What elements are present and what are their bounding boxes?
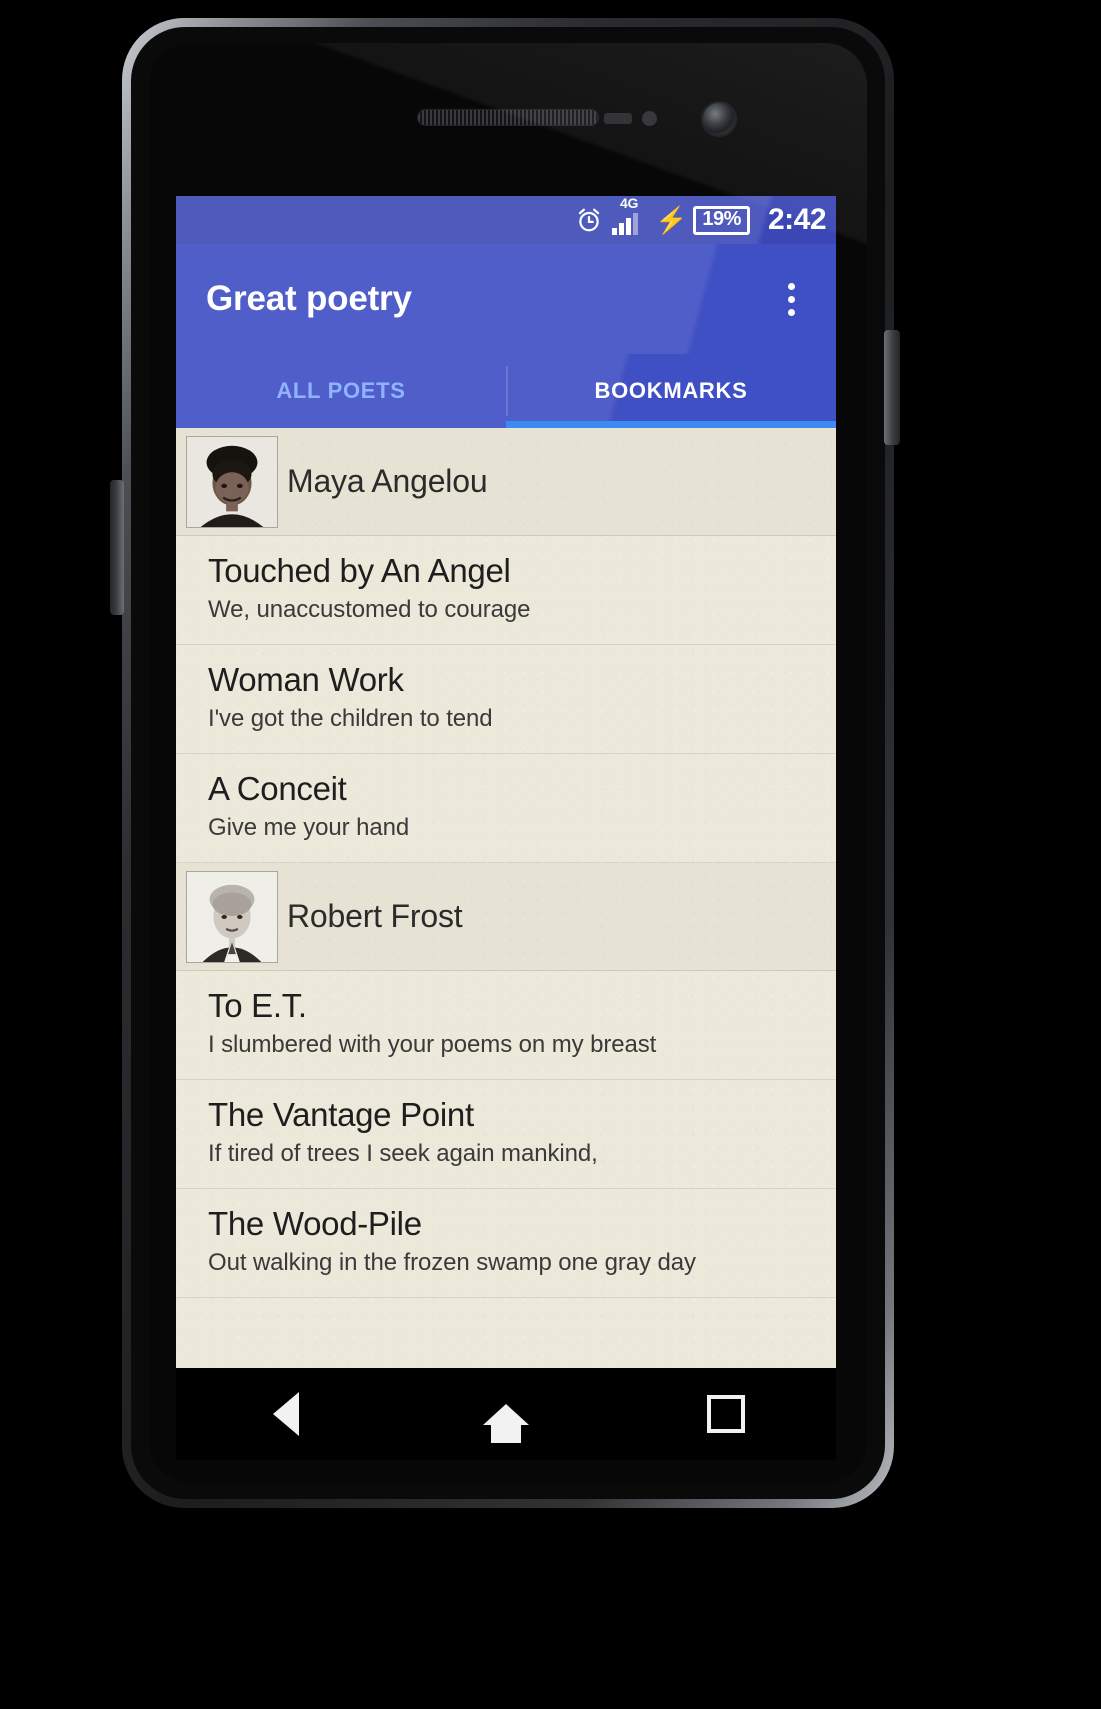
status-bar-clock: 2:42 <box>767 203 827 236</box>
poem-list-item[interactable]: The Vantage Point If tired of trees I se… <box>176 1080 836 1189</box>
nav-back-button[interactable] <box>246 1386 326 1442</box>
poem-title-label: The Vantage Point <box>208 1096 474 1133</box>
poet-header-row[interactable]: Maya Angelou <box>176 428 836 536</box>
proximity-sensor-icon <box>604 113 632 124</box>
tab-bookmarks[interactable]: BOOKMARKS <box>506 354 836 428</box>
device-screen: 4G ⚡ 19% 2:42 Great poetry ALL POETS BOO… <box>176 196 836 1368</box>
poem-first-line-label: If tired of trees I seek again mankind, <box>208 1139 598 1167</box>
poem-list-item[interactable]: Touched by An Angel We, unaccustomed to … <box>176 536 836 645</box>
poem-first-line-label: Out walking in the frozen swamp one gray… <box>208 1248 696 1276</box>
app-bar: Great poetry <box>176 244 836 354</box>
power-button[interactable] <box>884 330 900 445</box>
status-bar-icons: 4G ⚡ 19% 2:42 <box>575 196 827 237</box>
poet-header-row[interactable]: Robert Frost <box>176 863 836 971</box>
robert-frost-portrait-icon <box>186 870 278 963</box>
poem-list-item[interactable]: To E.T. I slumbered with your poems on m… <box>176 971 836 1080</box>
android-navigation-bar <box>176 1368 836 1460</box>
status-bar: 4G ⚡ 19% 2:42 <box>176 196 836 244</box>
bookmarks-list[interactable]: Maya Angelou Touched by An Angel We, una… <box>176 428 836 1368</box>
poem-list-item[interactable]: The Wood-Pile Out walking in the frozen … <box>176 1189 836 1298</box>
poem-first-line-label: Give me your hand <box>208 813 410 841</box>
light-sensor-icon <box>642 111 657 126</box>
poem-list-item[interactable]: Woman Work I've got the children to tend <box>176 645 836 754</box>
poem-first-line-label: I've got the children to tend <box>208 704 493 732</box>
phone-sensor-row <box>149 97 867 143</box>
maya-angelou-portrait-icon <box>186 435 278 528</box>
tab-active-indicator <box>506 421 836 428</box>
poem-first-line-label: I slumbered with your poems on my breast <box>208 1030 657 1058</box>
poem-first-line-label: We, unaccustomed to courage <box>208 595 531 623</box>
signal-bars-icon <box>612 213 639 235</box>
poem-title-label: To E.T. <box>208 987 307 1024</box>
screenshot-stage: 4G ⚡ 19% 2:42 Great poetry ALL POETS BOO… <box>0 0 1101 1709</box>
front-camera-icon <box>701 101 737 137</box>
back-triangle-icon <box>273 1392 299 1436</box>
poem-title-label: Touched by An Angel <box>208 552 511 589</box>
charging-bolt-icon: ⚡ <box>655 205 688 235</box>
recents-square-icon <box>707 1395 745 1433</box>
tab-divider <box>506 366 508 416</box>
poem-title-label: Woman Work <box>208 661 404 698</box>
nav-recents-button[interactable] <box>686 1386 766 1442</box>
overflow-menu-icon[interactable] <box>774 277 808 321</box>
cellular-signal-icon: 4G <box>612 196 646 235</box>
network-type-label: 4G <box>619 196 639 211</box>
poem-list-item[interactable]: A Conceit Give me your hand <box>176 754 836 863</box>
battery-level-label: 19% <box>702 208 741 230</box>
poet-name-label: Maya Angelou <box>287 463 488 499</box>
earpiece-speaker <box>417 109 599 126</box>
tab-bar: ALL POETS BOOKMARKS <box>176 354 836 428</box>
battery-indicator: 19% <box>693 205 750 235</box>
tab-all-poets[interactable]: ALL POETS <box>176 354 506 428</box>
poet-name-label: Robert Frost <box>287 898 463 934</box>
home-icon <box>483 1403 529 1443</box>
poem-title-label: The Wood-Pile <box>208 1205 422 1242</box>
alarm-clock-icon <box>578 208 600 232</box>
poem-title-label: A Conceit <box>208 770 347 807</box>
nav-home-button[interactable] <box>466 1386 546 1443</box>
volume-button[interactable] <box>110 480 124 615</box>
page-title: Great poetry <box>206 279 412 318</box>
